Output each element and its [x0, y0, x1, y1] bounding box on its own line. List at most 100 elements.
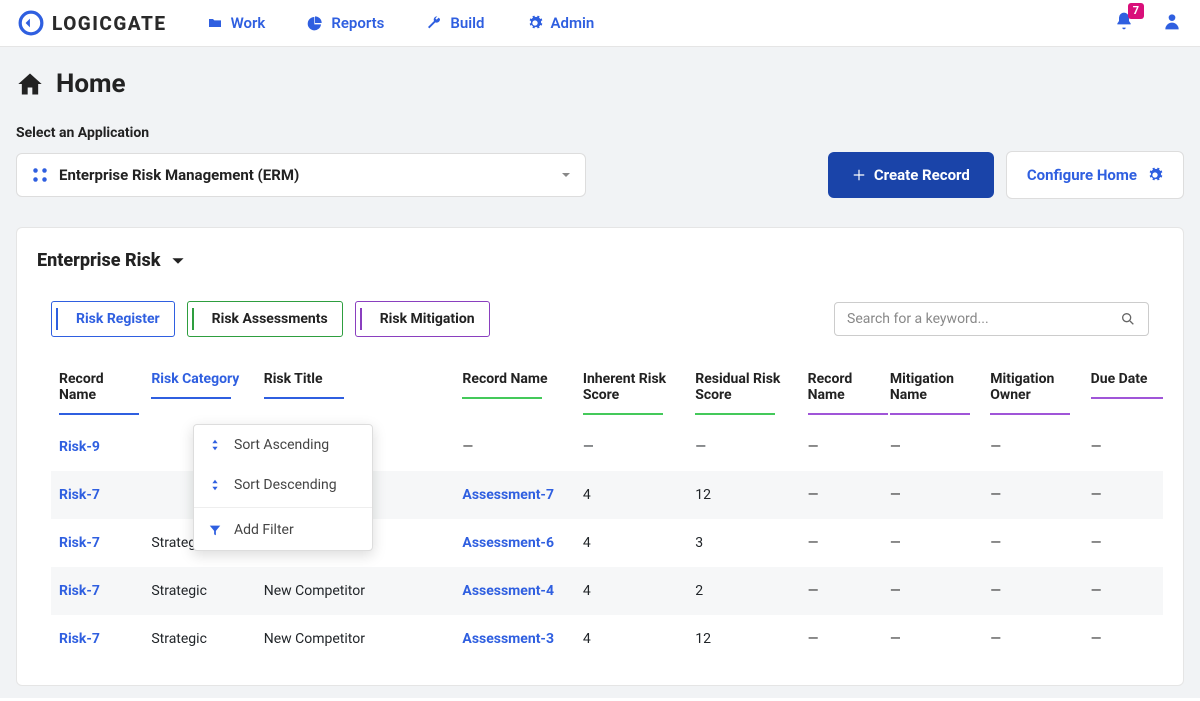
configure-home-button[interactable]: Configure Home: [1006, 151, 1184, 199]
search-input[interactable]: [847, 311, 1120, 327]
logo[interactable]: LOGICGATE: [18, 10, 167, 36]
content-card: Enterprise Risk Risk Register Risk Asses…: [16, 227, 1184, 686]
col-mitigation-owner[interactable]: Mitigation Owner: [982, 371, 1082, 423]
table-cell: 2: [687, 567, 799, 615]
chevron-down-icon: [171, 254, 185, 268]
notification-badge: 7: [1128, 3, 1144, 19]
table-cell: Risk-9: [51, 423, 143, 471]
col-risk-category[interactable]: Risk Category: [143, 371, 255, 423]
nav-admin[interactable]: Admin: [527, 14, 595, 32]
table-cell: —: [982, 471, 1082, 519]
table-cell: —: [1083, 519, 1163, 567]
col-record-name-3[interactable]: Record Name: [800, 371, 882, 423]
table-cell: —: [687, 423, 799, 471]
selector-row: Enterprise Risk Management (ERM) Create …: [16, 151, 1184, 199]
home-icon: [16, 70, 44, 98]
tab-risk-register[interactable]: Risk Register: [51, 301, 175, 337]
table-cell: 4: [575, 519, 687, 567]
table-cell: —: [882, 519, 982, 567]
tabs-row: Risk Register Risk Assessments Risk Miti…: [37, 301, 1163, 337]
topbar: LOGICGATE Work Reports Build Admin 7: [0, 0, 1200, 47]
topbar-actions: 7: [1114, 11, 1182, 35]
table-cell: —: [982, 423, 1082, 471]
table-cell: —: [982, 567, 1082, 615]
table-cell: —: [800, 519, 882, 567]
table-cell: —: [882, 471, 982, 519]
table-cell: Strategic: [143, 567, 255, 615]
table-cell: —: [800, 423, 882, 471]
nav-build[interactable]: Build: [426, 14, 484, 32]
col-risk-title[interactable]: Risk Title: [256, 371, 455, 423]
application-select-label: Select an Application: [16, 125, 1184, 141]
table-cell: 4: [575, 471, 687, 519]
search-box[interactable]: [834, 302, 1149, 336]
column-context-menu: Sort Ascending Sort Descending Add Filte…: [193, 424, 373, 551]
col-due-date[interactable]: Due Date: [1083, 371, 1163, 423]
create-record-button[interactable]: Create Record: [828, 152, 994, 198]
table-cell: Strategic: [143, 615, 255, 663]
application-select[interactable]: Enterprise Risk Management (ERM): [16, 153, 586, 197]
page-body: Home Select an Application Enterprise Ri…: [0, 47, 1200, 698]
page-title: Home: [16, 69, 1184, 99]
table-cell: —: [1083, 615, 1163, 663]
tabs: Risk Register Risk Assessments Risk Miti…: [51, 301, 490, 337]
gear-icon: [527, 15, 543, 31]
tab-risk-mitigation[interactable]: Risk Mitigation: [355, 301, 490, 337]
table-cell: Assessment-3: [454, 615, 574, 663]
col-mitigation-name[interactable]: Mitigation Name: [882, 371, 982, 423]
table-cell: 12: [687, 615, 799, 663]
table-cell: —: [982, 519, 1082, 567]
notifications-button[interactable]: 7: [1114, 11, 1134, 35]
table-wrap: Record Name Risk Category Risk Title Rec…: [37, 371, 1163, 663]
table-row[interactable]: Risk-7StrategicNew CompetitorAssessment-…: [51, 615, 1163, 663]
sort-ascending-item[interactable]: Sort Ascending: [194, 425, 372, 465]
menu-separator: [194, 507, 372, 508]
main-nav: Work Reports Build Admin: [207, 14, 595, 32]
logo-text: LOGICGATE: [52, 12, 167, 35]
table-cell: —: [1083, 567, 1163, 615]
nav-reports[interactable]: Reports: [307, 14, 384, 32]
table-cell: 3: [687, 519, 799, 567]
application-select-value: Enterprise Risk Management (ERM): [59, 166, 551, 184]
sort-icon: [208, 438, 222, 452]
table-cell: —: [882, 423, 982, 471]
table-cell: Risk-7: [51, 471, 143, 519]
table-cell: New Competitor: [256, 615, 455, 663]
table-cell: New Competitor: [256, 567, 455, 615]
table-cell: —: [882, 615, 982, 663]
folder-icon: [207, 15, 223, 31]
col-inherent-score[interactable]: Inherent Risk Score: [575, 371, 687, 423]
table-cell: 12: [687, 471, 799, 519]
sort-icon: [208, 478, 222, 492]
table-cell: 4: [575, 615, 687, 663]
table-cell: Assessment-6: [454, 519, 574, 567]
user-menu-button[interactable]: [1162, 11, 1182, 35]
add-filter-item[interactable]: Add Filter: [194, 510, 372, 550]
col-residual-score[interactable]: Residual Risk Score: [687, 371, 799, 423]
col-record-name-2[interactable]: Record Name: [454, 371, 574, 423]
table-cell: Risk-7: [51, 567, 143, 615]
table-cell: —: [882, 567, 982, 615]
table-cell: Assessment-4: [454, 567, 574, 615]
logo-icon: [18, 10, 44, 36]
plus-icon: [852, 168, 866, 182]
table-cell: —: [1083, 471, 1163, 519]
sort-descending-item[interactable]: Sort Descending: [194, 465, 372, 505]
table-cell: —: [454, 423, 574, 471]
gear-icon: [1147, 167, 1163, 183]
table-row[interactable]: Risk-7StrategicNew CompetitorAssessment-…: [51, 567, 1163, 615]
table-cell: —: [1083, 423, 1163, 471]
table-cell: —: [800, 615, 882, 663]
col-record-name-1[interactable]: Record Name: [51, 371, 143, 423]
search-icon: [1120, 311, 1136, 327]
card-title[interactable]: Enterprise Risk: [37, 250, 1163, 271]
nav-work[interactable]: Work: [207, 14, 266, 32]
tab-risk-assessments[interactable]: Risk Assessments: [187, 301, 343, 337]
table-cell: —: [800, 471, 882, 519]
pie-chart-icon: [307, 15, 323, 31]
table-cell: —: [800, 567, 882, 615]
table-cell: 4: [575, 567, 687, 615]
table-cell: —: [575, 423, 687, 471]
table-cell: Assessment-7: [454, 471, 574, 519]
user-icon: [1162, 11, 1182, 31]
